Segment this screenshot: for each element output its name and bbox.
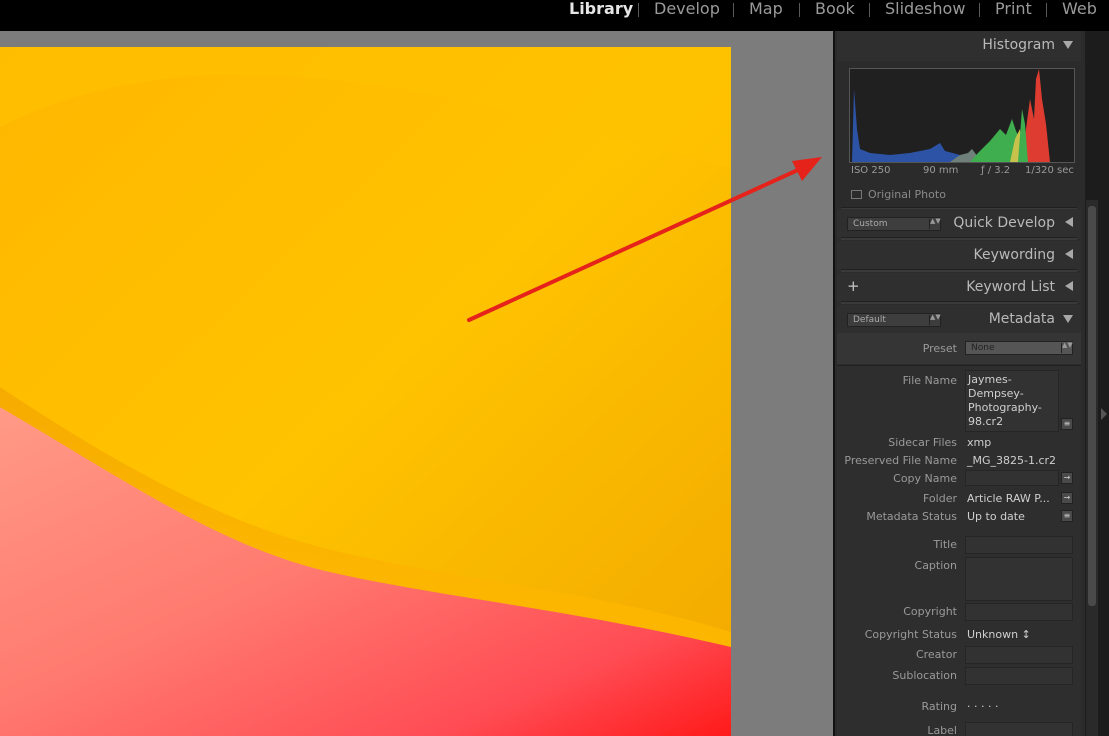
module-separator (733, 3, 734, 17)
preserved-label: Preserved File Name (844, 454, 957, 467)
file-name-field[interactable]: Jaymes- Dempsey- Photography- 98.cr2 (965, 370, 1059, 432)
file-name-line: 98.cr2 (968, 415, 1004, 428)
sublocation-field[interactable] (965, 667, 1073, 685)
copy-name-label: Copy Name (893, 472, 957, 485)
right-panel: Histogram ISO 250 90 mm ƒ / 3.2 1/320 se… (833, 31, 1085, 736)
module-picker: Library Develop Map Book Slideshow Print… (0, 0, 1109, 31)
module-web[interactable]: Web (1062, 0, 1097, 20)
rating-label: Rating (921, 700, 957, 713)
metadata-header[interactable]: Default ▲▼ Metadata (837, 305, 1081, 335)
rename-icon[interactable]: ≡ (1061, 418, 1073, 430)
sidecar-value: xmp (967, 436, 992, 449)
file-name-label: File Name (902, 374, 957, 387)
keyword-list-header[interactable]: + Keyword List (837, 273, 1081, 303)
expand-triangle-icon[interactable] (1065, 217, 1073, 227)
iso-value: ISO 250 (851, 165, 891, 176)
module-print[interactable]: Print (995, 0, 1032, 20)
creator-label: Creator (915, 648, 957, 661)
label-label: Label (927, 724, 957, 736)
file-name-line: Jaymes- (968, 373, 1012, 386)
module-separator (869, 3, 870, 17)
module-develop[interactable]: Develop (654, 0, 720, 20)
module-separator (979, 3, 980, 17)
sidecar-row: Sidecar Files xmp (837, 434, 1081, 452)
copy-name-field[interactable] (965, 470, 1059, 486)
red-arrow-annotation (467, 157, 822, 322)
metadata-preset-row: Preset None ▲▼ (837, 333, 1081, 364)
caption-field[interactable] (965, 557, 1073, 601)
expand-triangle-icon[interactable] (1065, 281, 1073, 291)
rating-row: Rating · · · · · (837, 698, 1081, 716)
copyright-status-label: Copyright Status (864, 628, 957, 641)
panel-divider (841, 301, 1077, 304)
quick-develop-header[interactable]: Custom ▲▼ Quick Develop (837, 209, 1081, 239)
creator-field[interactable] (965, 646, 1073, 664)
module-separator (799, 3, 800, 17)
keywording-title: Keywording (973, 247, 1055, 263)
sublocation-label: Sublocation (892, 669, 957, 682)
copyright-label: Copyright (903, 605, 957, 618)
module-separator (1046, 3, 1047, 17)
module-slideshow[interactable]: Slideshow (885, 0, 965, 20)
title-label: Title (933, 538, 957, 551)
metadata-view-select[interactable]: Default ▲▼ (847, 313, 941, 327)
hide-panel-triangle-icon[interactable] (1101, 408, 1107, 420)
add-keyword-icon[interactable]: + (847, 277, 860, 295)
keywording-header[interactable]: Keywording (837, 241, 1081, 271)
metadata-status-row: Metadata Status Up to date (837, 508, 1081, 526)
title-field[interactable] (965, 536, 1073, 554)
rating-stars[interactable]: · · · · · (967, 700, 998, 713)
original-photo-toggle[interactable]: Original Photo (851, 188, 946, 201)
metadata-fields: File Name Jaymes- Dempsey- Photography- … (837, 365, 1081, 736)
go-arrow-icon[interactable]: → (1061, 472, 1073, 484)
expand-triangle-icon[interactable] (1065, 249, 1073, 259)
file-name-line: Photography- (968, 401, 1042, 414)
shutter-value: 1/320 sec (1025, 165, 1074, 176)
label-field[interactable] (965, 722, 1073, 736)
metadata-title: Metadata (988, 311, 1055, 327)
checkbox-icon[interactable] (851, 190, 862, 199)
histogram-exif: ISO 250 90 mm ƒ / 3.2 1/320 sec (851, 165, 1075, 179)
aperture-value: ƒ / 3.2 (981, 165, 1011, 176)
keyword-list-title: Keyword List (966, 279, 1055, 295)
histogram-header[interactable]: Histogram (837, 31, 1081, 61)
collapse-triangle-icon[interactable] (1063, 41, 1073, 49)
histogram-title: Histogram (982, 37, 1055, 53)
preserved-file-name-row: Preserved File Name _MG_3825-1.cr2 (837, 452, 1081, 470)
quick-develop-title: Quick Develop (953, 215, 1055, 231)
loupe-view[interactable] (0, 31, 833, 736)
module-book[interactable]: Book (815, 0, 855, 20)
module-library[interactable]: Library (569, 0, 633, 20)
module-separator (638, 3, 639, 17)
preset-label: Preset (922, 342, 957, 355)
metadata-status-value: Up to date (967, 510, 1025, 523)
module-map[interactable]: Map (749, 0, 783, 20)
folder-row: Folder Article RAW P... (837, 490, 1081, 508)
copyright-status-select[interactable]: Unknown ↕ (967, 628, 1031, 641)
sidecar-label: Sidecar Files (888, 436, 957, 449)
copyright-field[interactable] (965, 603, 1073, 621)
preserved-value: _MG_3825-1.cr2 (967, 454, 1057, 467)
metadata-preset-select[interactable]: None ▲▼ (965, 341, 1073, 355)
file-name-line: Dempsey- (968, 387, 1024, 400)
metadata-status-icon[interactable]: ≡ (1061, 510, 1073, 522)
histogram-graph[interactable] (849, 68, 1075, 163)
panel-divider (841, 237, 1077, 240)
metadata-status-label: Metadata Status (866, 510, 957, 523)
original-photo-label: Original Photo (868, 188, 946, 201)
caption-label: Caption (914, 559, 957, 572)
focal-length-value: 90 mm (923, 165, 959, 176)
panel-divider (841, 269, 1077, 272)
collapse-triangle-icon[interactable] (1063, 315, 1073, 323)
copyright-status-row: Copyright Status Unknown ↕ (837, 626, 1081, 644)
quick-develop-preset-select[interactable]: Custom ▲▼ (847, 217, 941, 231)
histogram-plot (852, 69, 1050, 162)
go-to-folder-icon[interactable]: → (1061, 492, 1073, 504)
panel-scrollbar-thumb[interactable] (1088, 206, 1096, 606)
folder-value: Article RAW P... (967, 492, 1050, 505)
folder-label: Folder (923, 492, 957, 505)
